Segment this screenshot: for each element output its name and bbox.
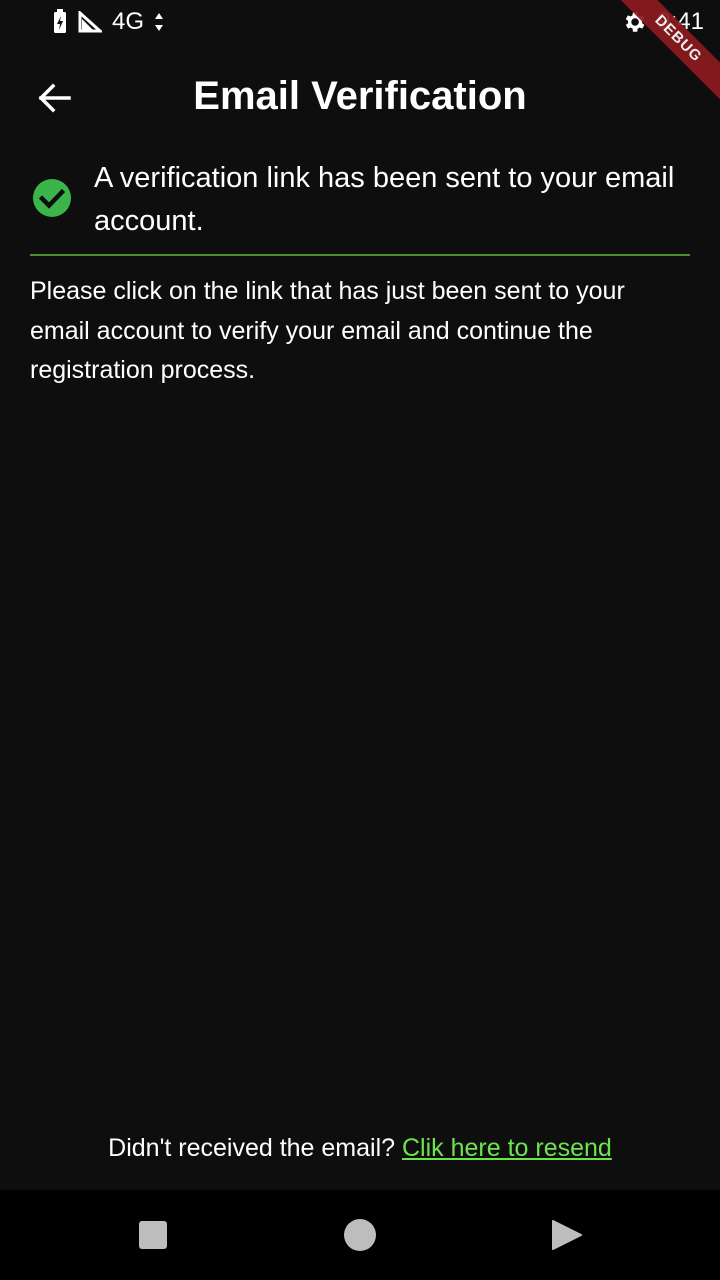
divider — [30, 254, 690, 256]
network-type: 4G — [112, 8, 145, 35]
app-bar: Email Verification — [0, 56, 720, 140]
battery-icon — [52, 9, 68, 35]
system-nav-bar — [0, 1190, 720, 1280]
resend-link[interactable]: Clik here to resend — [402, 1134, 612, 1162]
status-bar: 4G 9:41 — [0, 0, 720, 44]
signal-icon — [78, 11, 102, 33]
resend-row: Didn't received the email? Clik here to … — [0, 1134, 720, 1163]
home-icon[interactable] — [344, 1219, 376, 1251]
recent-apps-icon[interactable] — [139, 1221, 167, 1249]
resend-prompt: Didn't received the email? — [108, 1134, 402, 1162]
message-text: A verification link has been sent to you… — [94, 162, 675, 237]
page-title: Email Verification — [193, 74, 527, 118]
instructions-text: Please click on the link that has just b… — [30, 277, 625, 384]
check-circle-icon — [32, 178, 76, 222]
status-left: 4G — [52, 8, 164, 36]
data-arrows-icon — [154, 12, 164, 32]
verification-message: A verification link has been sent to you… — [30, 150, 690, 250]
back-triangle-icon[interactable] — [552, 1219, 582, 1256]
